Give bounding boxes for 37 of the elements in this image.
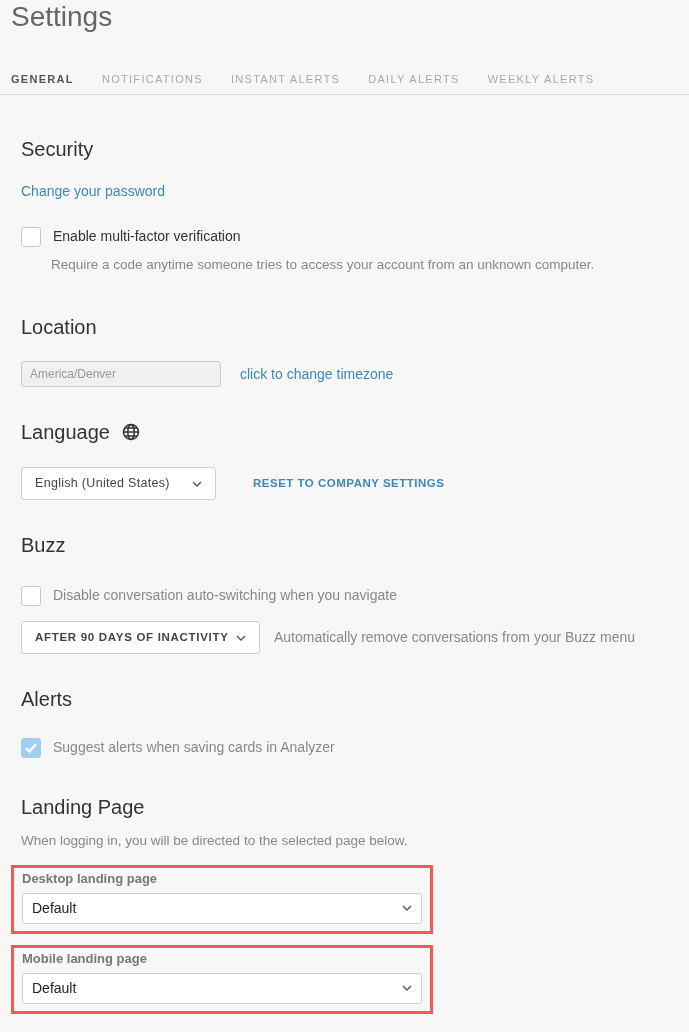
checkbox-label: Suggest alerts when saving cards in Analyzer: [53, 738, 335, 758]
chevron-down-icon: [402, 985, 412, 991]
checkbox-label: Disable conversation auto-switching when you navigate: [53, 586, 397, 606]
help-text: Automatically remove conversations from your Buzz menu: [274, 628, 636, 648]
tab[interactable]: WEEKLY ALERTS: [487, 69, 595, 89]
chevron-down-icon: [402, 905, 412, 911]
tab[interactable]: DAILY ALERTS: [368, 69, 460, 89]
select-dropdown[interactable]: Default: [22, 892, 422, 924]
timezone-link[interactable]: click to change timezone: [240, 363, 394, 385]
help-text: Require a code anytime someone tries to access your account from an unknown computer.: [50, 256, 596, 274]
checkbox-label: Enable multi-factor verification: [53, 227, 241, 246]
checkbox[interactable]: [21, 737, 41, 758]
section-heading: Language: [21, 420, 110, 445]
section-heading: Buzz: [21, 533, 67, 558]
page-title: Settings: [10, 0, 114, 34]
section-heading: Landing Page: [21, 795, 146, 820]
section-heading: Security: [21, 137, 95, 161]
select-dropdown[interactable]: AFTER 90 DAYS OF INACTIVITY: [21, 621, 260, 655]
check-icon: [24, 741, 38, 754]
section-heading: Alerts: [21, 687, 74, 712]
select-dropdown[interactable]: Default: [22, 972, 422, 1004]
tab[interactable]: NOTIFICATIONS: [101, 69, 203, 89]
reset-link[interactable]: RESET TO COMPANY SETTINGS: [253, 475, 445, 493]
timezone-field[interactable]: America/Denver: [21, 361, 221, 388]
field-label: Mobile landing page: [22, 949, 148, 968]
tab[interactable]: GENERAL: [11, 69, 74, 89]
tab[interactable]: INSTANT ALERTS: [230, 69, 341, 89]
password-link[interactable]: Change your password: [21, 181, 165, 202]
help-text: When logging in, you will be directed to the selected page below.: [21, 832, 409, 851]
field-label: Desktop landing page: [22, 869, 159, 888]
section-heading: Location: [21, 315, 98, 340]
checkbox[interactable]: [21, 585, 41, 606]
chevron-down-icon: [236, 634, 246, 641]
checkbox[interactable]: [21, 226, 41, 247]
chevron-down-icon: [192, 480, 202, 487]
select-dropdown[interactable]: English (United States): [21, 467, 216, 501]
globe-icon: [122, 423, 140, 442]
